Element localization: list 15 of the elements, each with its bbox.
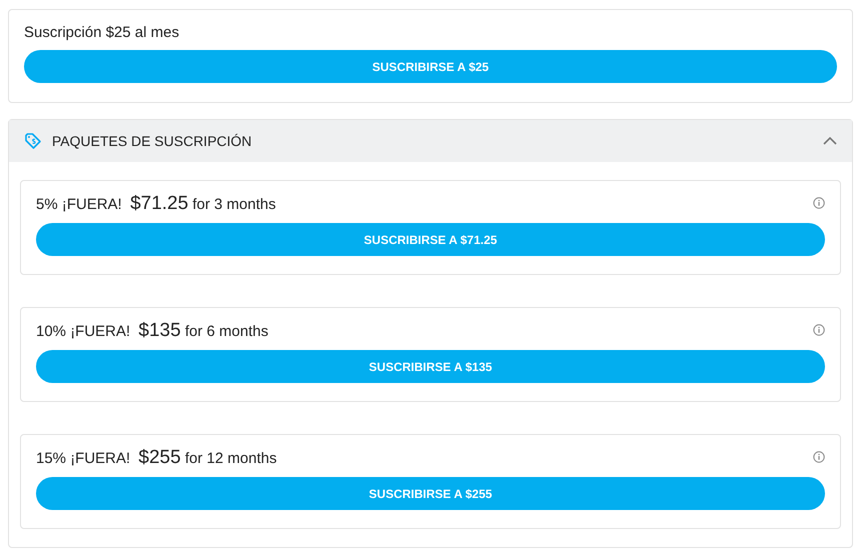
price-tag-icon [24,132,42,150]
subscribe-button[interactable]: SUSCRIBIRSE A $71.25 [36,223,825,256]
package-offer: 15% ¡FUERA! $255 for 12 months [36,447,277,469]
packages-header[interactable]: PAQUETES DE SUSCRIPCIÓN [9,120,852,162]
info-icon[interactable] [813,197,825,209]
chevron-up-icon[interactable] [823,137,837,145]
subscribe-button[interactable]: SUSCRIBIRSE A $25 [24,50,837,83]
subscribe-button[interactable]: SUSCRIBIRSE A $255 [36,477,825,510]
subscribe-button[interactable]: SUSCRIBIRSE A $135 [36,350,825,383]
section-title: PAQUETES DE SUSCRIPCIÓN [52,133,253,149]
info-icon[interactable] [813,451,825,463]
package-offer: 10% ¡FUERA! $135 for 6 months [36,320,268,342]
subscription-title: Suscripción $25 al mes [24,24,180,41]
info-icon[interactable] [813,324,825,336]
package-offer: 5% ¡FUERA! $71.25 for 3 months [36,193,276,215]
